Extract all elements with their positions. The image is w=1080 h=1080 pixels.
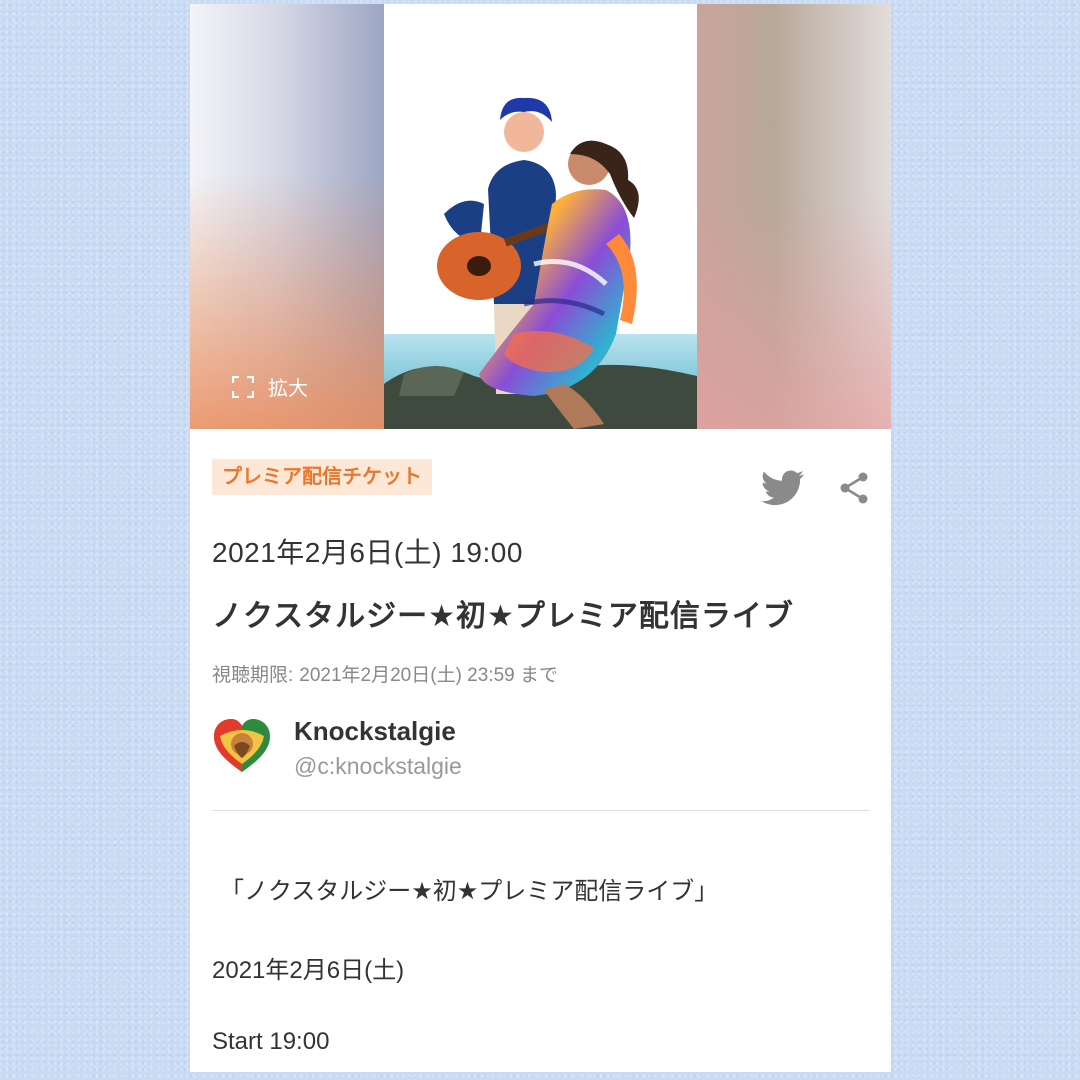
organizer-link[interactable]: Knockstalgie @c:knockstalgie xyxy=(212,716,462,780)
organizer-name: Knockstalgie xyxy=(294,716,456,746)
deadline-label: 視聴期限: xyxy=(212,665,294,686)
ticket-type-badge: プレミア配信チケット xyxy=(212,459,432,495)
deadline-value: 2021年2月20日(土) 23:59 まで xyxy=(299,665,559,686)
hero-blur-left xyxy=(190,4,384,429)
share-icon[interactable] xyxy=(839,472,869,509)
description-start-line: Start 19:00 xyxy=(212,1028,330,1055)
section-divider xyxy=(212,810,869,811)
organizer-text: Knockstalgie @c:knockstalgie xyxy=(294,716,462,780)
organizer-avatar xyxy=(212,716,272,776)
hero-photo-illustration xyxy=(384,4,697,429)
hero-image-area[interactable]: 拡大 xyxy=(190,4,891,429)
share-actions xyxy=(761,470,869,511)
zoom-label: 拡大 xyxy=(268,378,308,400)
expand-icon xyxy=(232,375,254,398)
description-date-line: 2021年2月6日(土) xyxy=(212,957,405,984)
twitter-icon[interactable] xyxy=(761,470,805,511)
organizer-handle: @c:knockstalgie xyxy=(294,753,462,779)
description-title-line: 「ノクスタルジー★初★プレミア配信ライブ」 xyxy=(220,878,719,905)
zoom-button[interactable]: 拡大 xyxy=(232,372,308,401)
event-title: ノクスタルジー★初★プレミア配信ライブ xyxy=(212,600,794,633)
hero-photo xyxy=(384,4,697,429)
viewing-deadline: 視聴期限: 2021年2月20日(土) 23:59 まで xyxy=(212,660,564,687)
event-datetime: 2021年2月6日(土) 19:00 xyxy=(212,537,523,568)
hero-blur-right xyxy=(697,4,891,429)
ticket-card: 拡大 プレミア配信チケット 2021年2月6日(土) 19:00 ノクスタルジー… xyxy=(190,4,891,1072)
